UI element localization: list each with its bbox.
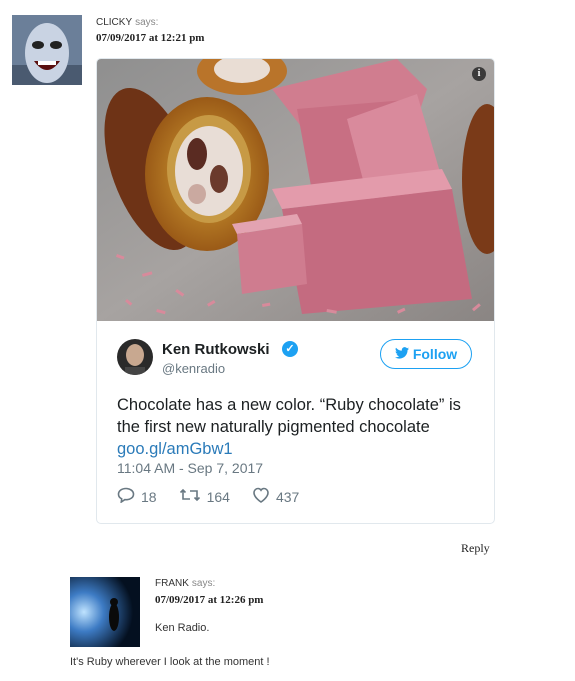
says-label: says: bbox=[191, 578, 216, 589]
reply-count: 18 bbox=[141, 488, 157, 505]
comment-text: Ken Radio. bbox=[155, 622, 210, 634]
comment-author: CLICKY bbox=[96, 17, 133, 28]
comment-author-line: FRANK says: bbox=[155, 578, 215, 589]
follow-button[interactable]: Follow bbox=[380, 339, 472, 369]
tweet-timestamp[interactable]: 11:04 AM - Sep 7, 2017 bbox=[117, 460, 263, 476]
tweet-text: Chocolate has a new color. “Ruby chocola… bbox=[117, 394, 477, 460]
reply-icon bbox=[117, 487, 135, 506]
like-action[interactable]: 437 bbox=[252, 487, 299, 506]
comment-date-link[interactable]: 07/09/2017 at 12:26 pm bbox=[155, 594, 263, 606]
heart-icon bbox=[252, 487, 270, 506]
says-label: says: bbox=[135, 17, 159, 28]
info-icon[interactable]: i bbox=[472, 67, 486, 81]
comment-text: It's Ruby wherever I look at the moment … bbox=[70, 656, 270, 668]
tweet-body: Chocolate has a new color. “Ruby chocola… bbox=[117, 396, 461, 436]
comment-author-line: CLICKY says: bbox=[96, 17, 158, 28]
retweet-action[interactable]: 164 bbox=[179, 487, 230, 506]
embedded-tweet: i Ken Rutkowski ✓ @kenradio Follow Choco… bbox=[96, 58, 495, 524]
reply-action[interactable]: 18 bbox=[117, 487, 157, 506]
tweet-link[interactable]: goo.gl/amGbw1 bbox=[117, 438, 477, 460]
like-count: 437 bbox=[275, 488, 300, 505]
tweet-image-ruby-chocolate[interactable]: i bbox=[97, 59, 494, 321]
tweet-actions: 18 164 437 bbox=[117, 487, 321, 506]
verified-badge-icon: ✓ bbox=[282, 341, 298, 357]
tweet-author-handle[interactable]: @kenradio bbox=[162, 361, 225, 376]
tweet-author-avatar[interactable] bbox=[117, 339, 153, 375]
commenter-avatar-clicky bbox=[12, 15, 82, 85]
reply-link[interactable]: Reply bbox=[461, 541, 490, 556]
retweet-icon bbox=[179, 487, 201, 506]
retweet-count: 164 bbox=[206, 488, 230, 505]
follow-label: Follow bbox=[412, 346, 458, 362]
twitter-bird-icon bbox=[394, 346, 409, 362]
comment-author: FRANK bbox=[155, 578, 189, 589]
commenter-avatar-frank bbox=[70, 577, 140, 647]
comment-date-link[interactable]: 07/09/2017 at 12:21 pm bbox=[96, 32, 204, 44]
tweet-author-name[interactable]: Ken Rutkowski bbox=[162, 341, 270, 358]
